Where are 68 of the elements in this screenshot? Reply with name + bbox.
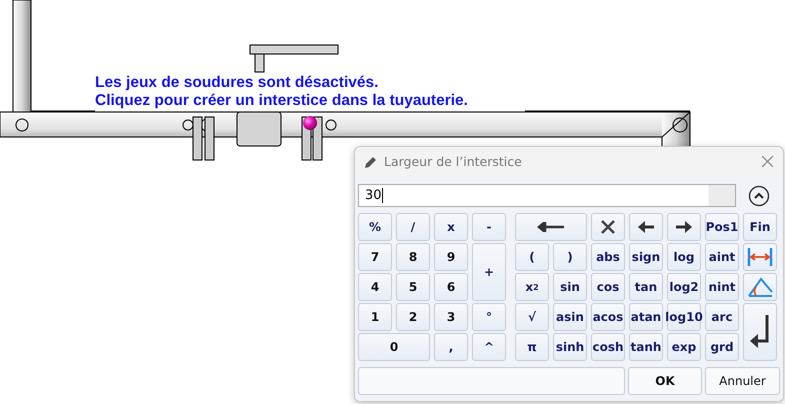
calculator-key[interactable]: √ (515, 303, 549, 331)
calculator-key[interactable]: / (396, 213, 430, 241)
calculator-key[interactable]: log (667, 243, 701, 271)
calculator-key[interactable]: 9 (434, 243, 468, 271)
right-key[interactable] (667, 213, 701, 241)
ok-button[interactable]: OK (628, 367, 702, 395)
calculator-key[interactable]: 0 (358, 333, 430, 361)
status-message: Cliquez pour créer un interstice dans la tuyauterie. (95, 92, 468, 110)
arrow-left-icon (638, 221, 654, 233)
clear-icon (601, 220, 615, 234)
calculator-key[interactable]: x (434, 213, 468, 241)
calculator-key[interactable]: sin (553, 273, 587, 301)
calculator-key[interactable]: + (472, 243, 506, 301)
calculator-key[interactable]: sign (629, 243, 663, 271)
left-key[interactable] (629, 213, 663, 241)
calculator-key[interactable]: nint (705, 273, 739, 301)
calculator-key[interactable]: 1 (358, 303, 392, 331)
calculator-key[interactable]: exp (667, 333, 701, 361)
backspace-key[interactable] (515, 213, 587, 241)
calculator-key[interactable]: Pos1 (705, 213, 739, 241)
cancel-button[interactable]: Annuler (705, 367, 780, 395)
collapse-icon[interactable] (748, 184, 770, 206)
calculator-key[interactable]: tan (629, 273, 663, 301)
angle-key[interactable] (743, 273, 777, 301)
calculator-key[interactable]: 3 (434, 303, 468, 331)
calculator-key[interactable]: abs (591, 243, 625, 271)
calculator-key[interactable]: Fin (743, 213, 777, 241)
calculator-key[interactable]: cosh (591, 333, 625, 361)
calculator-key[interactable]: acos (591, 303, 625, 331)
angle-icon (747, 276, 773, 298)
calculator-key[interactable]: 8 (396, 243, 430, 271)
calculator-key[interactable]: tanh (629, 333, 663, 361)
calculator-key[interactable]: ) (553, 243, 587, 271)
clear-key[interactable] (591, 213, 625, 241)
close-icon[interactable] (762, 156, 773, 167)
calculator-key[interactable]: 2 (396, 303, 430, 331)
calculator-key[interactable]: ( (515, 243, 549, 271)
arrow-right-icon (676, 221, 692, 233)
calculator-key[interactable]: log10 (667, 303, 701, 331)
calculator-key[interactable]: 4 (358, 273, 392, 301)
calculator-key[interactable]: - (472, 213, 506, 241)
pencil-icon (365, 156, 377, 168)
calculator-key[interactable]: atan (629, 303, 663, 331)
calculator-key[interactable]: cos (591, 273, 625, 301)
status-message: Les jeux de soudures sont désactivés. (95, 74, 378, 92)
calculator-key[interactable]: 7 (358, 243, 392, 271)
value-input[interactable]: 30 (358, 184, 736, 207)
calculator-key[interactable]: π (515, 333, 549, 361)
calculator-key[interactable]: % (358, 213, 392, 241)
backspace-icon (537, 222, 565, 232)
calculator-key[interactable]: asin (553, 303, 587, 331)
calculator-key[interactable]: ^ (472, 333, 506, 361)
calculator-key[interactable]: , (434, 333, 468, 361)
dialog-title: Largeur de l’interstice (384, 154, 523, 169)
calculator-key[interactable]: grd (705, 333, 739, 361)
width-key[interactable] (743, 243, 777, 271)
calculator-key[interactable]: 6 (434, 273, 468, 301)
width-measure-icon (747, 248, 773, 266)
calculator-key[interactable]: aint (705, 243, 739, 271)
calculator-key[interactable]: 5 (396, 273, 430, 301)
point-marker (303, 116, 317, 130)
enter-icon (749, 315, 771, 349)
calculator-key[interactable]: log2 (667, 273, 701, 301)
calculator-key[interactable]: sinh (553, 333, 587, 361)
calculator-key[interactable]: ° (472, 303, 506, 331)
calculator-key[interactable]: arc (705, 303, 739, 331)
enter-key[interactable] (743, 303, 777, 361)
calculator-key[interactable]: x$^{2}$ (515, 273, 549, 301)
